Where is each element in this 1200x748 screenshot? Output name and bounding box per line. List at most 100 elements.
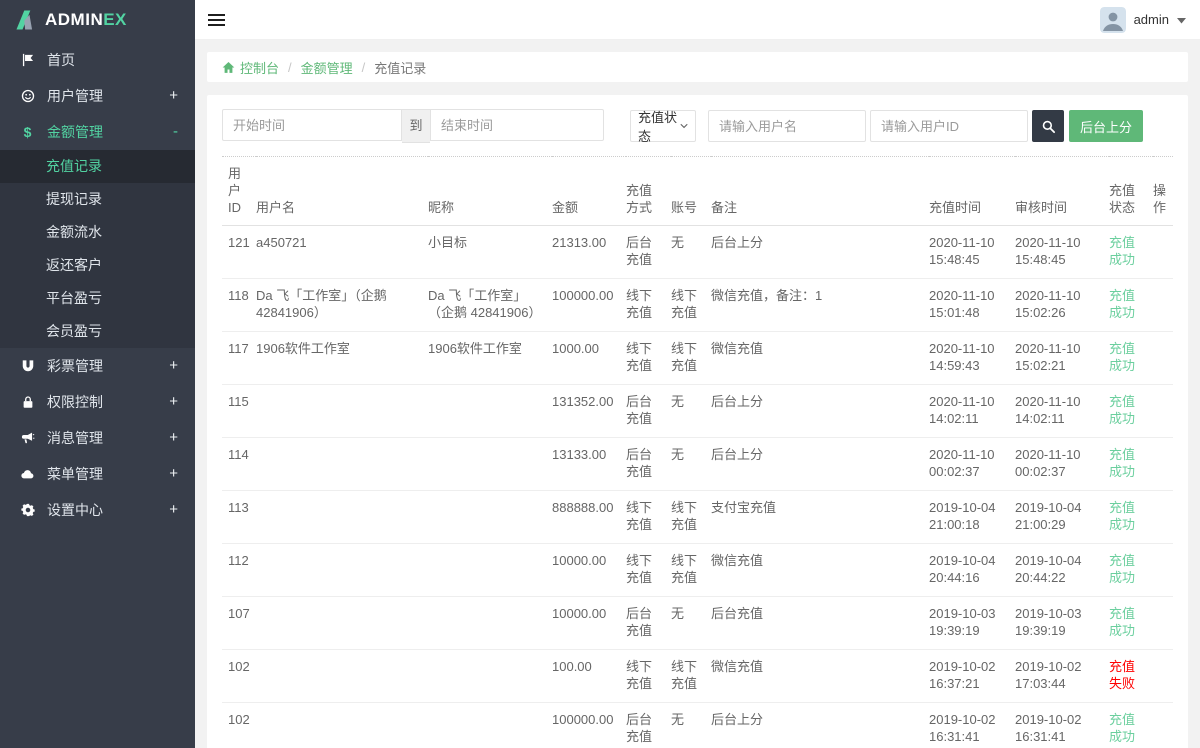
cell-nickname: 1906软件工作室	[428, 332, 552, 385]
dollar-icon: $	[19, 125, 36, 139]
expand-toggle-icon: +	[169, 384, 178, 420]
cell-amount: 10000.00	[552, 544, 626, 597]
cell-account: 无	[671, 438, 711, 491]
megaphone-icon	[19, 431, 36, 445]
sidebar-subitem-充值记录[interactable]: 充值记录	[0, 150, 195, 183]
sidebar-item-label: 用户管理	[47, 86, 103, 106]
sidebar-subitem-提现记录[interactable]: 提现记录	[0, 183, 195, 216]
cell-method: 线下充值	[626, 491, 671, 544]
table-body: 121a450721小目标21313.00后台充值无后台上分2020-11-10…	[222, 226, 1173, 748]
cell-method: 后台充值	[626, 438, 671, 491]
cell-account: 线下充值	[671, 491, 711, 544]
sidebar-subitem-平台盈亏[interactable]: 平台盈亏	[0, 282, 195, 315]
username-label: admin	[1134, 12, 1169, 27]
cell-audit_time: 2020-11-10 15:02:26	[1015, 279, 1109, 332]
sidebar-item-金额管理[interactable]: $金额管理-	[0, 114, 195, 150]
cell-audit_time: 2019-10-04 21:00:29	[1015, 491, 1109, 544]
sidebar-item-设置中心[interactable]: 设置中心+	[0, 492, 195, 528]
table-row: 11413133.00后台充值无后台上分2020-11-10 00:02:372…	[222, 438, 1173, 491]
table-row: 102100000.00后台充值无后台上分2019-10-02 16:31:41…	[222, 703, 1173, 748]
table-header-row: 用户ID用户名昵称金额充值方式账号备注充值时间审核时间充值状态操作	[222, 157, 1173, 226]
table-row: 10710000.00后台充值无后台充值2019-10-03 19:39:192…	[222, 597, 1173, 650]
cell-user_id: 117	[222, 332, 256, 385]
cloud-icon	[19, 467, 36, 481]
cell-amount: 100.00	[552, 650, 626, 703]
recharge-status-select[interactable]: 充值状态	[630, 110, 696, 142]
cell-amount: 13133.00	[552, 438, 626, 491]
cell-account: 无	[671, 226, 711, 279]
cell-recharge_time: 2020-11-10 15:01:48	[929, 279, 1015, 332]
cell-account: 无	[671, 703, 711, 748]
breadcrumb-current: 充值记录	[374, 58, 426, 77]
sidebar-item-权限控制[interactable]: 权限控制+	[0, 384, 195, 420]
cell-method: 后台充值	[626, 226, 671, 279]
cell-action	[1153, 279, 1173, 332]
search-button[interactable]	[1032, 110, 1064, 142]
cell-nickname: 小目标	[428, 226, 552, 279]
app-window: ADMINEX 首页用户管理+$金额管理-充值记录提现记录金额流水返还客户平台盈…	[0, 0, 1200, 748]
table-row: 113888888.00线下充值线下充值支付宝充值2019-10-04 21:0…	[222, 491, 1173, 544]
column-header-method: 充值方式	[626, 157, 671, 226]
cell-username	[256, 650, 428, 703]
hamburger-menu-icon[interactable]	[206, 9, 226, 31]
cell-amount: 100000.00	[552, 279, 626, 332]
cell-user_id: 107	[222, 597, 256, 650]
sidebar-item-消息管理[interactable]: 消息管理+	[0, 420, 195, 456]
cell-username	[256, 597, 428, 650]
sidebar-item-label: 彩票管理	[47, 356, 103, 376]
cell-action	[1153, 597, 1173, 650]
topbar: admin	[195, 0, 1200, 40]
to-label: 到	[402, 109, 430, 143]
cell-recharge_time: 2019-10-02 16:37:21	[929, 650, 1015, 703]
cell-status: 充值成功	[1109, 279, 1153, 332]
user-icon	[19, 89, 36, 103]
cell-method: 后台充值	[626, 703, 671, 748]
cell-audit_time: 2020-11-10 14:02:11	[1015, 385, 1109, 438]
main-area: admin 控制台 / 金额管理 / 充值记录	[195, 0, 1200, 748]
cell-remark: 微信充值	[711, 332, 929, 385]
sidebar-item-菜单管理[interactable]: 菜单管理+	[0, 456, 195, 492]
sidebar-item-彩票管理[interactable]: 彩票管理 +	[0, 348, 195, 384]
column-header-remark: 备注	[711, 157, 929, 226]
cell-user_id: 113	[222, 491, 256, 544]
sidebar-subitem-金额流水[interactable]: 金额流水	[0, 216, 195, 249]
cell-method: 线下充值	[626, 650, 671, 703]
username-input[interactable]	[708, 110, 866, 142]
cell-nickname	[428, 650, 552, 703]
cell-user_id: 115	[222, 385, 256, 438]
cell-nickname: Da 飞「工作室」（企鹅 42841906）	[428, 279, 552, 332]
table-row: 102100.00线下充值线下充值微信充值2019-10-02 16:37:21…	[222, 650, 1173, 703]
end-time-input[interactable]	[430, 109, 604, 141]
backstage-add-points-button[interactable]: 后台上分	[1069, 110, 1143, 142]
cell-method: 线下充值	[626, 332, 671, 385]
sidebar-subitem-返还客户[interactable]: 返还客户	[0, 249, 195, 282]
submenu: 充值记录提现记录金额流水返还客户平台盈亏会员盈亏	[0, 150, 195, 348]
expand-toggle-icon: +	[169, 420, 178, 456]
sidebar-subitem-会员盈亏[interactable]: 会员盈亏	[0, 315, 195, 348]
sidebar-item-首页[interactable]: 首页	[0, 42, 195, 78]
cell-user_id: 102	[222, 703, 256, 748]
column-header-nickname: 昵称	[428, 157, 552, 226]
column-header-audit_time: 审核时间	[1015, 157, 1109, 226]
cell-audit_time: 2019-10-03 19:39:19	[1015, 597, 1109, 650]
breadcrumb-console-link[interactable]: 控制台	[222, 58, 279, 77]
cell-audit_time: 2020-11-10 00:02:37	[1015, 438, 1109, 491]
userid-input[interactable]	[870, 110, 1028, 142]
recharge-records-panel: 到 充值状态 后台上分	[207, 95, 1188, 748]
expand-toggle-icon: +	[169, 348, 178, 384]
breadcrumb-money-link[interactable]: 金额管理	[301, 58, 353, 77]
start-time-input[interactable]	[222, 109, 402, 141]
magnet-icon	[19, 359, 36, 373]
cell-username: 1906软件工作室	[256, 332, 428, 385]
cell-status: 充值成功	[1109, 597, 1153, 650]
table-row: 11210000.00线下充值线下充值微信充值2019-10-04 20:44:…	[222, 544, 1173, 597]
cell-username	[256, 385, 428, 438]
expand-toggle-icon: -	[173, 114, 178, 150]
cell-recharge_time: 2019-10-02 16:31:41	[929, 703, 1015, 748]
cell-status: 充值成功	[1109, 332, 1153, 385]
sidebar-item-用户管理[interactable]: 用户管理+	[0, 78, 195, 114]
gear-icon	[19, 503, 36, 517]
user-menu[interactable]: admin	[1100, 7, 1186, 33]
cell-action	[1153, 650, 1173, 703]
logo[interactable]: ADMINEX	[0, 0, 195, 40]
